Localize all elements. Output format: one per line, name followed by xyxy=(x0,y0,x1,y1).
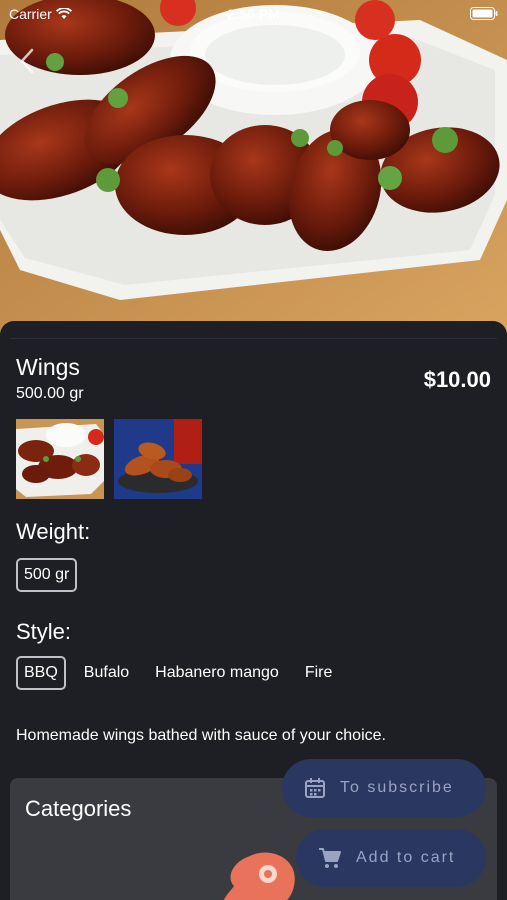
thumbnail-gallery xyxy=(16,419,202,499)
style-option-bbq[interactable]: BBQ xyxy=(16,656,66,690)
style-label: Style: xyxy=(16,619,72,644)
subscribe-button[interactable]: To subscribe xyxy=(282,759,486,817)
chevron-left-icon xyxy=(20,48,34,74)
weight-label: Weight: xyxy=(16,519,91,544)
calendar-icon xyxy=(305,778,325,798)
subscribe-label: To subscribe xyxy=(340,779,454,796)
cart-icon xyxy=(319,848,341,868)
add-to-cart-label: Add to cart xyxy=(356,849,456,866)
back-button[interactable] xyxy=(16,44,38,78)
hero-food-photo xyxy=(0,0,507,340)
weight-options: 500 gr xyxy=(16,558,78,592)
style-option-habanero-mango[interactable]: Habanero mango xyxy=(147,656,287,690)
product-description: Homemade wings bathed with sauce of your… xyxy=(16,727,386,744)
thumbnail-1[interactable] xyxy=(16,419,104,499)
categories-title: Categories xyxy=(25,796,132,821)
thumbnail-image xyxy=(114,419,202,499)
category-item-meat[interactable] xyxy=(220,848,300,900)
status-bar: Carrier 2:56 PM xyxy=(0,0,507,28)
product-price: $10.00 xyxy=(423,367,491,392)
product-title: Wings xyxy=(16,354,80,380)
hero-image: Carrier 2:56 PM xyxy=(0,0,507,340)
sheet-divider xyxy=(10,338,497,339)
style-options: BBQ Bufalo Habanero mango Fire xyxy=(16,656,340,690)
status-time: 2:56 PM xyxy=(227,6,280,22)
meat-icon xyxy=(224,852,295,900)
product-detail-screen: Carrier 2:56 PM Wings 500.00 gr $10.00 W… xyxy=(0,0,507,900)
style-option-bufalo[interactable]: Bufalo xyxy=(76,656,137,690)
style-option-fire[interactable]: Fire xyxy=(297,656,341,690)
thumbnail-image xyxy=(16,419,104,499)
thumbnail-2[interactable] xyxy=(114,419,202,499)
add-to-cart-button[interactable]: Add to cart xyxy=(296,829,486,887)
weight-option-500-gr[interactable]: 500 gr xyxy=(16,558,78,592)
product-weight: 500.00 gr xyxy=(16,385,84,402)
battery-icon xyxy=(470,7,498,20)
